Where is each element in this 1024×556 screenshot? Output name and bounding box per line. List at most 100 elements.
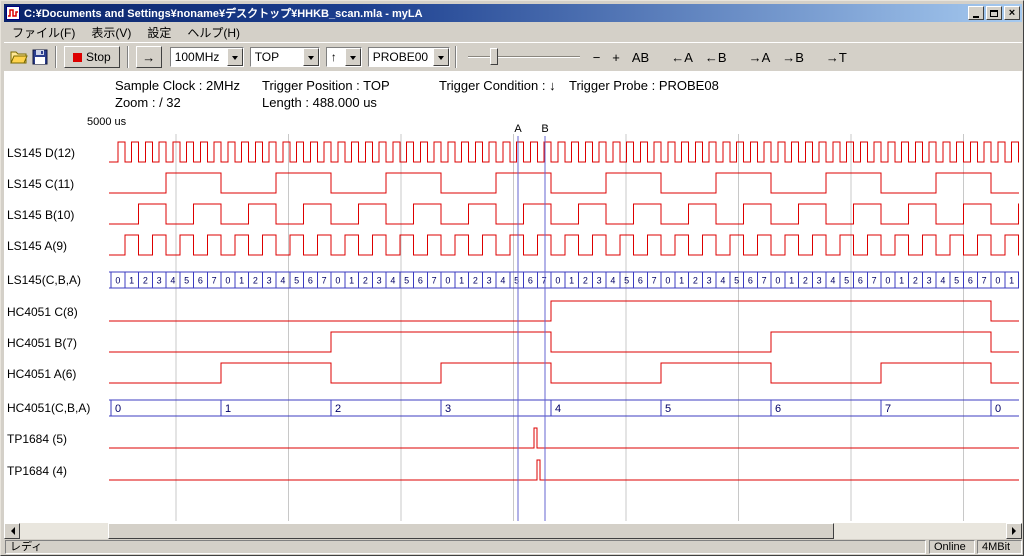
waveform [109,235,1019,255]
bus-value: 5 [184,276,189,286]
bus-value: 1 [1009,276,1014,286]
ab-button[interactable]: AB [627,48,654,67]
bus-value: 0 [775,276,780,286]
bus-value: 6 [775,403,781,415]
waveform [109,332,1019,352]
horizontal-scrollbar[interactable] [4,523,1022,539]
trigger-condition-info: Trigger Condition : ↓ [439,78,556,93]
close-icon: × [1009,8,1015,19]
channel-label: LS145 C(11) [7,177,74,191]
slider-thumb[interactable] [490,48,498,65]
run-button[interactable]: → [136,46,162,68]
bus-value: 0 [335,276,340,286]
bus-value: 6 [528,276,533,286]
minimize-icon [973,16,979,18]
bus-value: 4 [390,276,395,286]
bus-value: 1 [225,403,231,415]
close-button[interactable]: × [1004,6,1020,20]
bus-value: 2 [583,276,588,286]
bus-value: 1 [239,276,244,286]
down-arrow-icon [350,56,356,63]
waveform [109,142,1019,162]
status-online: Online [929,540,975,554]
open-button[interactable] [8,47,30,67]
chevron-down-icon[interactable] [433,48,449,66]
bus-value: 3 [445,403,451,415]
bus-value: 6 [308,276,313,286]
sample-clock-combo[interactable]: 100MHz [170,47,244,67]
channel-label: HC4051 B(7) [7,336,77,350]
scrollbar-thumb[interactable] [108,523,834,539]
trigger-probe-info: Trigger Probe : PROBE08 [569,78,719,93]
bus-value: 4 [610,276,615,286]
stop-label: Stop [86,50,111,64]
trigger-edge-combo[interactable]: ↑ [326,47,362,67]
minimize-button[interactable] [968,6,984,20]
goto-a-right-button[interactable]: →A [744,48,776,67]
save-button[interactable] [30,47,50,67]
bus-value: 2 [363,276,368,286]
stop-button[interactable]: Stop [64,46,120,68]
chevron-down-icon[interactable] [303,48,319,66]
channel-label: LS145(C,B,A) [7,273,81,287]
scroll-left-button[interactable] [4,523,20,539]
goto-a-left-button[interactable]: ←A [666,48,698,67]
bus-value: 6 [968,276,973,286]
bus-value: 1 [129,276,134,286]
marker-label-a: A [514,123,522,135]
channel-label: LS145 B(10) [7,208,74,222]
maximize-button[interactable] [986,6,1002,20]
menu-settings[interactable]: 設定 [139,22,179,43]
bus-value: 7 [212,276,217,286]
sample-clock-info: Sample Clock : 2MHz [115,78,240,93]
status-memory: 4MBit [977,540,1022,554]
scroll-right-button[interactable] [1006,523,1022,539]
channel-label: LS145 D(12) [7,146,75,160]
bus-value: 3 [487,276,492,286]
zoom-slider[interactable] [468,46,580,68]
scroll-right-icon [1012,527,1020,535]
trigger-probe-value: PROBE00 [369,50,433,64]
trigger-probe-combo[interactable]: PROBE00 [368,47,450,67]
bus-value: 7 [432,276,437,286]
bus-value: 5 [954,276,959,286]
zoom-out-button[interactable]: − [588,48,606,67]
toolbar-separator [127,46,129,68]
bus-outline [109,272,1019,288]
channel-label: LS145 A(9) [7,239,67,253]
menu-view[interactable]: 表示(V) [83,22,139,43]
channel-label: HC4051 A(6) [7,367,76,381]
goto-b-left-button[interactable]: ←B [700,48,732,67]
trigger-edge-value: ↑ [327,50,345,64]
bus-value: 1 [789,276,794,286]
titlebar[interactable]: C:¥Documents and Settings¥noname¥デスクトップ¥… [4,4,1022,22]
bus-value: 1 [899,276,904,286]
chevron-down-icon[interactable] [345,48,361,66]
trigger-position-info: Trigger Position : TOP [262,78,390,93]
goto-b-right-button[interactable]: →B [777,48,809,67]
chevron-down-icon[interactable] [227,48,243,66]
menu-help[interactable]: ヘルプ(H) [179,22,248,43]
toolbar-separator [55,46,57,68]
down-arrow-icon [308,56,314,63]
bus-value: 1 [679,276,684,286]
menu-file[interactable]: ファイル(F) [4,22,83,43]
waveform-plot[interactable]: 5000 usLS145 D(12)LS145 C(11)LS145 B(10)… [1,113,1024,523]
length-info: Length : 488.000 us [262,95,377,110]
bus-value: 1 [459,276,464,286]
bus-value: 0 [115,276,120,286]
bus-value: 2 [143,276,148,286]
bus-value: 0 [225,276,230,286]
bus-value: 0 [445,276,450,286]
slider-track [468,56,580,58]
waveform [109,460,1019,480]
bus-value: 4 [170,276,175,286]
trigger-position-combo[interactable]: TOP [250,47,320,67]
bus-value: 7 [542,276,547,286]
stop-icon [73,53,82,62]
bus-value: 2 [335,403,341,415]
goto-trigger-button[interactable]: →T [821,48,852,67]
bus-value: 7 [982,276,987,286]
bus-value: 3 [707,276,712,286]
zoom-in-button[interactable]: + [607,48,625,67]
